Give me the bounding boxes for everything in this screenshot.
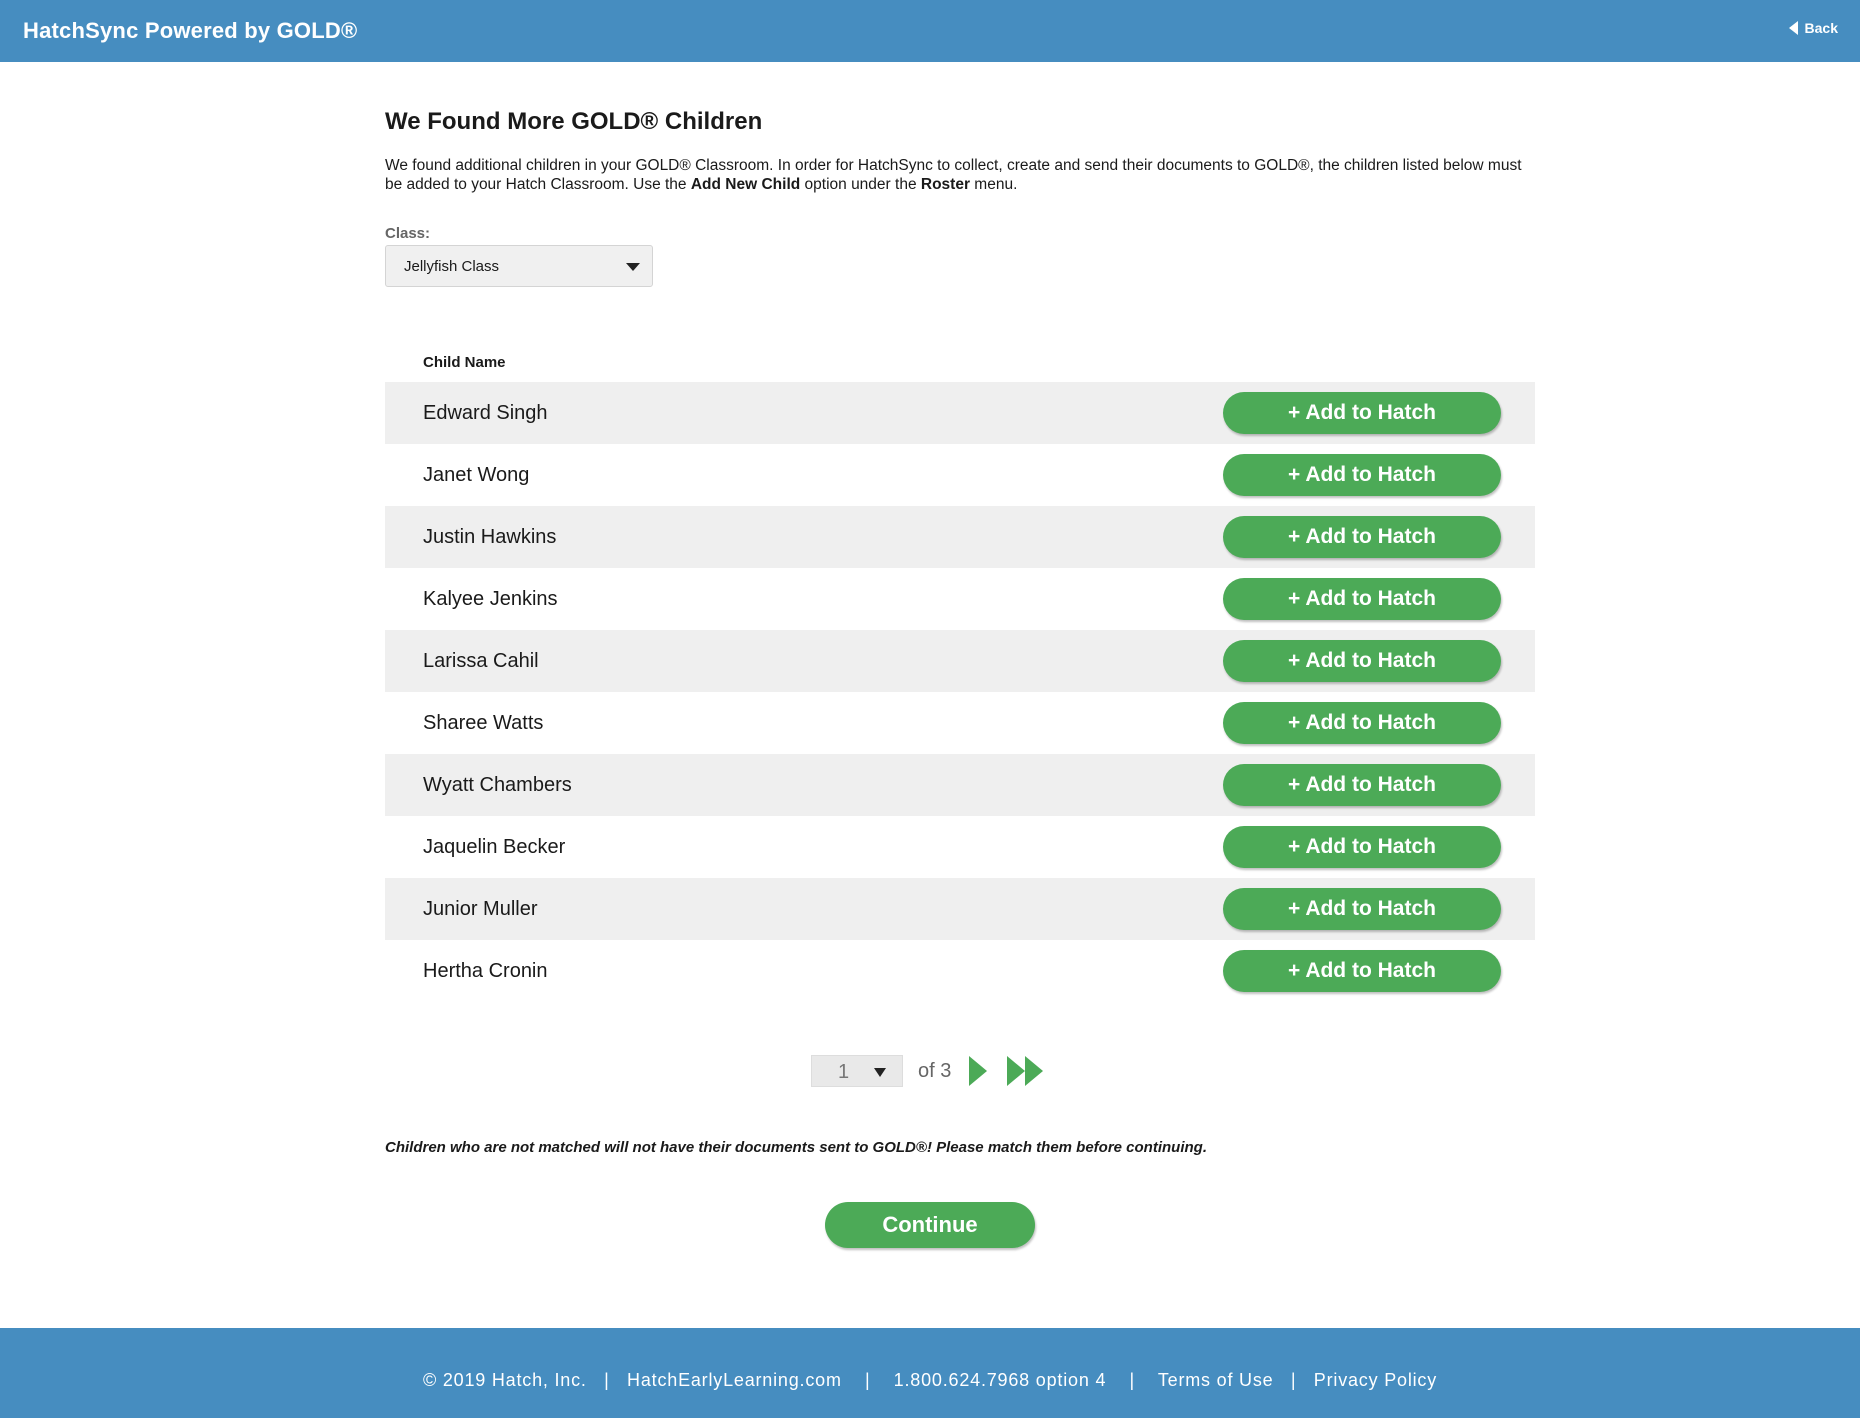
child-name: Justin Hawkins	[423, 526, 557, 548]
unmatched-warning: Children who are not matched will not ha…	[385, 1139, 1207, 1156]
class-label: Class:	[385, 225, 431, 242]
intro-roster: Roster	[920, 176, 970, 193]
footer-separator: |	[1290, 1370, 1297, 1390]
add-to-hatch-button[interactable]: + Add to Hatch	[1223, 826, 1501, 868]
intro-text: We found additional children in your GOL…	[385, 156, 1525, 194]
add-to-hatch-button[interactable]: + Add to Hatch	[1223, 950, 1501, 992]
child-row: Edward Singh + Add to Hatch	[385, 382, 1535, 444]
child-row: Kalyee Jenkins + Add to Hatch	[385, 568, 1535, 630]
footer-copyright: © 2019 Hatch, Inc.	[422, 1370, 587, 1390]
chevron-down-icon	[626, 263, 640, 271]
footer-phone-link[interactable]: 1.800.624.7968 option 4	[894, 1370, 1107, 1390]
pagination: 1 of 3	[811, 1054, 1044, 1088]
footer-privacy-link[interactable]: Privacy Policy	[1314, 1370, 1437, 1390]
footer-site-link[interactable]: HatchEarlyLearning.com	[627, 1370, 842, 1390]
page-select-value: 1	[838, 1061, 850, 1083]
children-list: Edward Singh + Add to Hatch Janet Wong + Ad…	[385, 382, 1535, 1002]
child-row: Sharee Watts + Add to Hatch	[385, 692, 1535, 754]
last-page-button[interactable]	[1007, 1056, 1044, 1086]
add-to-hatch-button[interactable]: + Add to Hatch	[1223, 516, 1501, 558]
add-to-hatch-button[interactable]: + Add to Hatch	[1223, 392, 1501, 434]
continue-button[interactable]: Continue	[825, 1202, 1035, 1248]
child-name: Larissa Cahil	[423, 650, 539, 672]
last-page-icon-2	[1025, 1056, 1044, 1086]
add-to-hatch-button[interactable]: + Add to Hatch	[1223, 888, 1501, 930]
app-title: HatchSync Powered by GOLD®	[23, 18, 358, 43]
next-page-icon	[969, 1056, 988, 1086]
add-to-hatch-button[interactable]: + Add to Hatch	[1223, 640, 1501, 682]
class-select[interactable]: Jellyfish Class	[385, 245, 653, 287]
child-name: Hertha Cronin	[423, 960, 548, 982]
page-title: We Found More GOLD® Children	[385, 108, 763, 135]
child-row: Janet Wong + Add to Hatch	[385, 444, 1535, 506]
add-to-hatch-button[interactable]: + Add to Hatch	[1223, 702, 1501, 744]
page-select[interactable]: 1	[811, 1055, 903, 1087]
child-row: Larissa Cahil + Add to Hatch	[385, 630, 1535, 692]
child-name: Janet Wong	[423, 464, 530, 486]
footer-separator: |	[864, 1370, 871, 1390]
child-name: Wyatt Chambers	[423, 774, 572, 796]
child-row: Hertha Cronin + Add to Hatch	[385, 940, 1535, 1002]
footer-separator: |	[604, 1370, 610, 1390]
back-button[interactable]: Back	[1788, 20, 1838, 36]
last-page-icon	[1007, 1056, 1026, 1086]
chevron-down-icon	[874, 1068, 886, 1077]
child-name: Junior Muller	[423, 898, 538, 920]
add-to-hatch-button[interactable]: + Add to Hatch	[1223, 454, 1501, 496]
child-row: Jaquelin Becker + Add to Hatch	[385, 816, 1535, 878]
child-name: Kalyee Jenkins	[423, 588, 558, 610]
child-name-column-header: Child Name	[423, 354, 506, 371]
footer: © 2019 Hatch, Inc. | HatchEarlyLearning.…	[0, 1328, 1860, 1418]
child-name: Jaquelin Becker	[423, 836, 566, 858]
footer-separator: |	[1129, 1370, 1135, 1390]
child-row: Justin Hawkins + Add to Hatch	[385, 506, 1535, 568]
back-arrow-icon	[1788, 21, 1798, 35]
top-bar: HatchSync Powered by GOLD® Back	[0, 0, 1860, 62]
intro-part-2: option under the	[800, 176, 921, 193]
back-label: Back	[1804, 20, 1838, 36]
class-select-value: Jellyfish Class	[404, 258, 500, 275]
footer-links: © 2019 Hatch, Inc. | HatchEarlyLearning.…	[0, 1370, 1860, 1391]
child-name: Sharee Watts	[423, 712, 544, 734]
add-to-hatch-button[interactable]: + Add to Hatch	[1223, 764, 1501, 806]
intro-part-3: menu.	[969, 176, 1018, 193]
add-to-hatch-button[interactable]: + Add to Hatch	[1223, 578, 1501, 620]
child-row: Junior Muller + Add to Hatch	[385, 878, 1535, 940]
page-count-text: of 3	[918, 1059, 952, 1082]
child-name: Edward Singh	[423, 402, 548, 424]
next-page-button[interactable]	[969, 1056, 988, 1086]
intro-add-new-child: Add New Child	[690, 176, 801, 193]
child-row: Wyatt Chambers + Add to Hatch	[385, 754, 1535, 816]
footer-terms-link[interactable]: Terms of Use	[1158, 1370, 1274, 1390]
